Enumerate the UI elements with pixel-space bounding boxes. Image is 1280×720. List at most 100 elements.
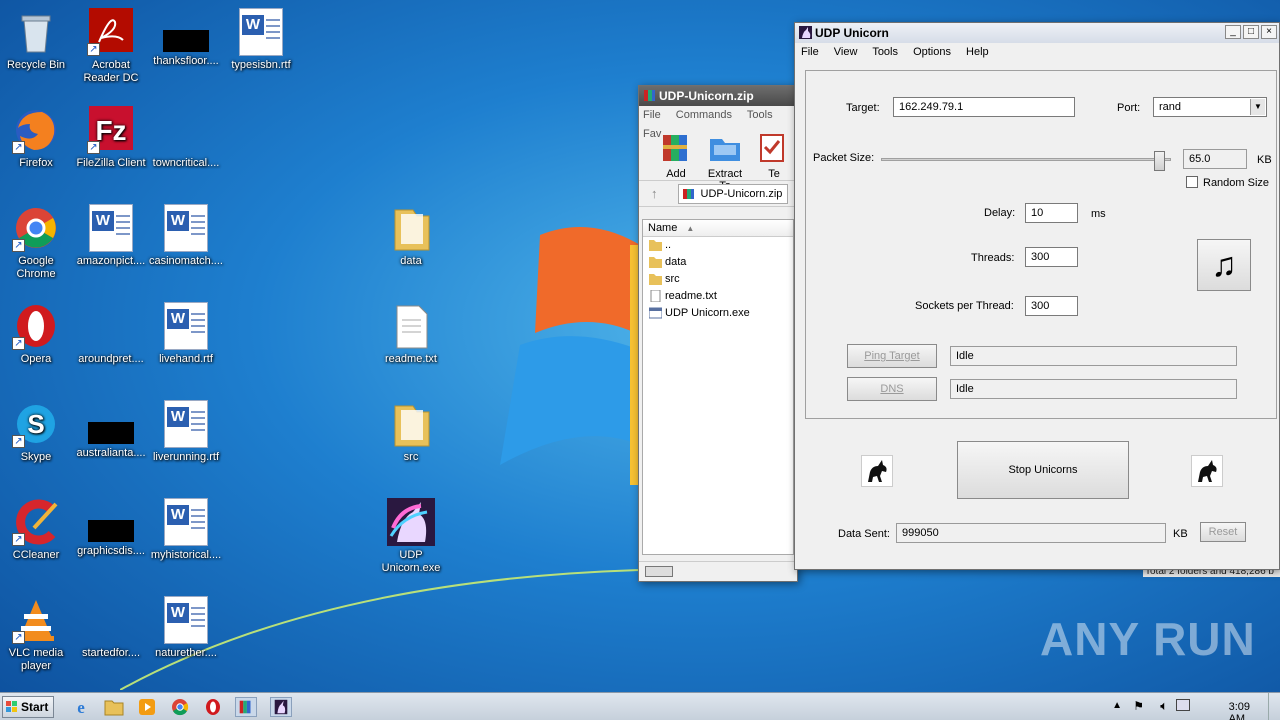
port-label: Port: — [1117, 102, 1141, 114]
file-row[interactable]: src — [643, 271, 793, 288]
music-note-icon: ♫ — [1211, 246, 1237, 284]
desktop-icon-towncritical[interactable]: towncritical.... — [148, 106, 224, 170]
desktop-icon-ccleaner[interactable]: ↗ CCleaner — [0, 498, 74, 562]
tray-expand-icon[interactable]: ▲ — [1112, 700, 1122, 711]
desktop-icon-aroundpret[interactable]: aroundpret.... — [73, 302, 149, 366]
udp-titlebar[interactable]: UDP Unicorn _ □ × — [795, 23, 1279, 43]
file-name: readme.txt — [665, 290, 717, 302]
desktop-icon-chrome[interactable]: ↗ Google Chrome — [0, 204, 74, 281]
menu-file[interactable]: File — [643, 109, 661, 121]
desktop-icon-acrobat[interactable]: ↗ Acrobat Reader DC — [73, 8, 149, 85]
packet-size-slider-track[interactable] — [881, 158, 1171, 161]
file-icon — [87, 302, 135, 350]
desktop-icon-udp-unicorn-exe[interactable]: UDP Unicorn.exe — [373, 498, 449, 575]
winrar-icon — [682, 188, 694, 199]
acrobat-reader-icon: ↗ — [87, 8, 135, 56]
extract-to-button[interactable]: Extract To — [707, 131, 743, 192]
random-size-checkbox[interactable] — [1186, 176, 1198, 188]
desktop-icon-livehand[interactable]: W livehand.rtf — [148, 302, 224, 366]
desktop-icon-startedfor[interactable]: startedfor.... — [73, 596, 149, 660]
desktop-icon-label: data — [400, 255, 422, 267]
dns-button[interactable]: DNS — [847, 377, 937, 401]
maximize-button[interactable]: □ — [1243, 25, 1259, 39]
port-select[interactable]: rand ▼ — [1153, 97, 1267, 117]
delay-input[interactable]: 10 — [1025, 203, 1078, 223]
data-sent-unit: KB — [1173, 528, 1188, 540]
stop-unicorns-button[interactable]: Stop Unicorns — [957, 441, 1129, 499]
desktop-icon-firefox[interactable]: ↗ Firefox — [0, 106, 74, 170]
menu-tools[interactable]: Tools — [747, 109, 773, 121]
desktop-icon-vlc[interactable]: ↗ VLC media player — [0, 596, 74, 673]
action-center-icon[interactable]: ⚑ — [1133, 699, 1144, 713]
udp-unicorn-taskbar-icon[interactable] — [270, 697, 292, 717]
media-player-icon[interactable] — [136, 697, 158, 717]
music-toggle-button[interactable]: ♫ — [1197, 239, 1251, 291]
desktop-icon-label: readme.txt — [385, 353, 437, 365]
udp-unicorn-window[interactable]: UDP Unicorn _ □ × File View Tools Option… — [794, 22, 1280, 570]
minimize-button[interactable]: _ — [1225, 25, 1241, 39]
desktop-icon-label: VLC media player — [8, 647, 64, 672]
winrar-window[interactable]: UDP-Unicorn.zip File Commands Tools Fav … — [638, 85, 798, 582]
archive-path-field[interactable]: UDP-Unicorn.zip — [677, 183, 788, 204]
desktop-icon-label: Acrobat Reader DC — [83, 59, 139, 84]
delay-unit: ms — [1091, 208, 1106, 220]
desktop-icon-myhistorical[interactable]: W myhistorical.... — [148, 498, 224, 562]
desktop-icon-skype[interactable]: S ↗ Skype — [0, 400, 74, 464]
menu-tools[interactable]: Tools — [872, 46, 898, 58]
threads-input[interactable]: 300 — [1025, 247, 1078, 267]
sockets-input[interactable]: 300 — [1025, 296, 1078, 316]
menu-file[interactable]: File — [801, 46, 819, 58]
network-icon[interactable] — [1176, 699, 1190, 711]
file-row[interactable]: UDP Unicorn.exe — [643, 305, 793, 322]
packet-size-slider-thumb[interactable] — [1154, 151, 1166, 171]
opera-icon[interactable] — [202, 697, 224, 717]
ping-target-button[interactable]: Ping Target — [847, 344, 937, 368]
file-row[interactable]: .. — [643, 237, 793, 254]
menu-help[interactable]: Help — [966, 46, 989, 58]
folder-icon — [387, 400, 435, 448]
desktop-icon-amazonpict[interactable]: W amazonpict.... — [73, 204, 149, 268]
volume-icon[interactable]: 🔈︎ — [1160, 698, 1168, 714]
file-row[interactable]: data — [643, 254, 793, 271]
desktop-icon-thanksfloor[interactable]: thanksfloor.... — [148, 8, 224, 68]
desktop-icon-filezilla[interactable]: Fz ↗ FileZilla Client — [73, 106, 149, 170]
word-document-icon: W — [164, 596, 208, 644]
winrar-taskbar-icon[interactable] — [235, 697, 257, 717]
redacted-thumbnail-icon — [88, 422, 134, 444]
up-arrow-icon[interactable]: ↑ — [651, 186, 658, 201]
winrar-titlebar[interactable]: UDP-Unicorn.zip — [639, 86, 797, 106]
desktop-icon-data-folder[interactable]: data — [373, 204, 449, 268]
menu-view[interactable]: View — [834, 46, 858, 58]
reset-button[interactable]: Reset — [1200, 522, 1246, 542]
column-header-name[interactable]: Name ▲ — [643, 220, 793, 237]
start-button[interactable]: Start — [2, 696, 54, 718]
close-button[interactable]: × — [1261, 25, 1277, 39]
desktop-icon-recycle-bin[interactable]: Recycle Bin — [0, 8, 74, 72]
desktop-icon-label: startedfor.... — [81, 647, 141, 659]
desktop-icon-naturether[interactable]: W naturether.... — [148, 596, 224, 660]
desktop-icon-opera[interactable]: ↗ Opera — [0, 302, 74, 366]
menu-commands[interactable]: Commands — [676, 109, 732, 121]
target-input[interactable]: 162.249.79.1 — [893, 97, 1075, 117]
add-button[interactable]: Add — [659, 131, 693, 180]
desktop-icon-australianta[interactable]: australianta.... — [73, 400, 149, 460]
desktop-icon-label: livehand.rtf — [159, 353, 213, 365]
test-button[interactable]: Te — [757, 131, 791, 180]
desktop-icon-graphicsdis[interactable]: graphicsdis.... — [73, 498, 149, 558]
clock[interactable]: 3:09 AM — [1229, 701, 1250, 720]
chrome-icon: ↗ — [12, 204, 60, 252]
desktop-icon-liverunning[interactable]: W liverunning.rtf — [148, 400, 224, 464]
chrome-icon[interactable] — [169, 697, 191, 717]
menu-options[interactable]: Options — [913, 46, 951, 58]
word-document-icon: W — [89, 204, 133, 252]
show-desktop-button[interactable] — [1268, 693, 1280, 720]
file-explorer-icon[interactable] — [103, 697, 125, 717]
file-row[interactable]: readme.txt — [643, 288, 793, 305]
internet-explorer-icon[interactable]: e — [70, 697, 92, 717]
desktop-icon-casinomatch[interactable]: W casinomatch.... — [148, 204, 224, 268]
packet-size-label: Packet Size: — [813, 152, 875, 164]
desktop-icon-readme[interactable]: readme.txt — [373, 302, 449, 366]
desktop-icon-label: FileZilla Client — [76, 157, 146, 169]
desktop-icon-typesisbn[interactable]: W typesisbn.rtf — [223, 8, 299, 72]
desktop-icon-src-folder[interactable]: src — [373, 400, 449, 464]
